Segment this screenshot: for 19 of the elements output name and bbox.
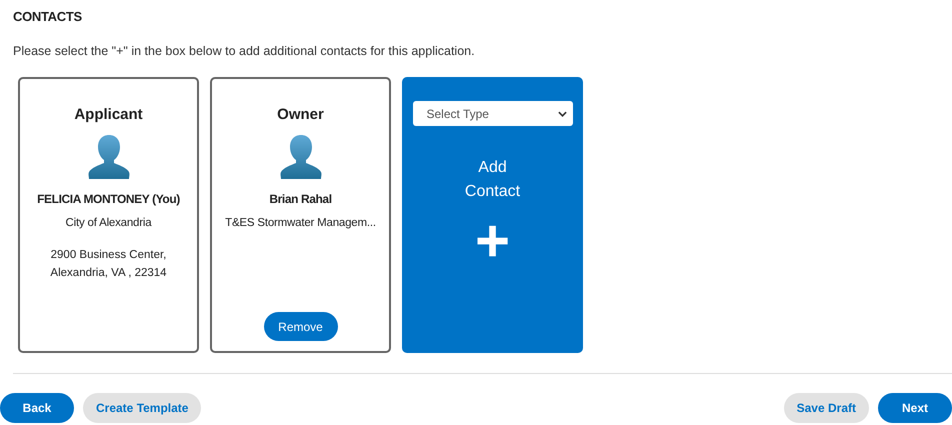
- chevron-down-icon: [558, 110, 566, 116]
- instruction-text: Please select the "+" in the box below to add additional contacts for this application.: [13, 44, 476, 58]
- section-title: CONTACTS: [13, 9, 83, 24]
- contact-name: FELICIA MONTONEY (You): [37, 192, 180, 206]
- footer-button[interactable]: Create Template: [83, 393, 202, 423]
- footer-button[interactable]: Back: [0, 393, 74, 423]
- footer-button[interactable]: Save Draft: [784, 393, 869, 423]
- add-contact-card[interactable]: Select Type Add Contact +: [402, 77, 583, 353]
- contact-role: Applicant: [74, 106, 143, 123]
- contact-organization: T&ES Stormwater Managem...: [225, 217, 376, 229]
- type-select[interactable]: Select Type: [412, 101, 572, 126]
- contact-role: Owner: [277, 106, 324, 123]
- contact-organization: City of Alexandria: [66, 217, 152, 229]
- contact-address: 2900 Business Center, Alexandria, VA , 22314: [50, 248, 167, 281]
- remove-button[interactable]: Remove: [264, 312, 338, 341]
- plus-icon: +: [474, 216, 510, 266]
- footer-button[interactable]: Next: [878, 393, 952, 423]
- contact-name: Brian Rahal: [269, 192, 332, 206]
- add-contact-label: Add Contact: [464, 158, 522, 202]
